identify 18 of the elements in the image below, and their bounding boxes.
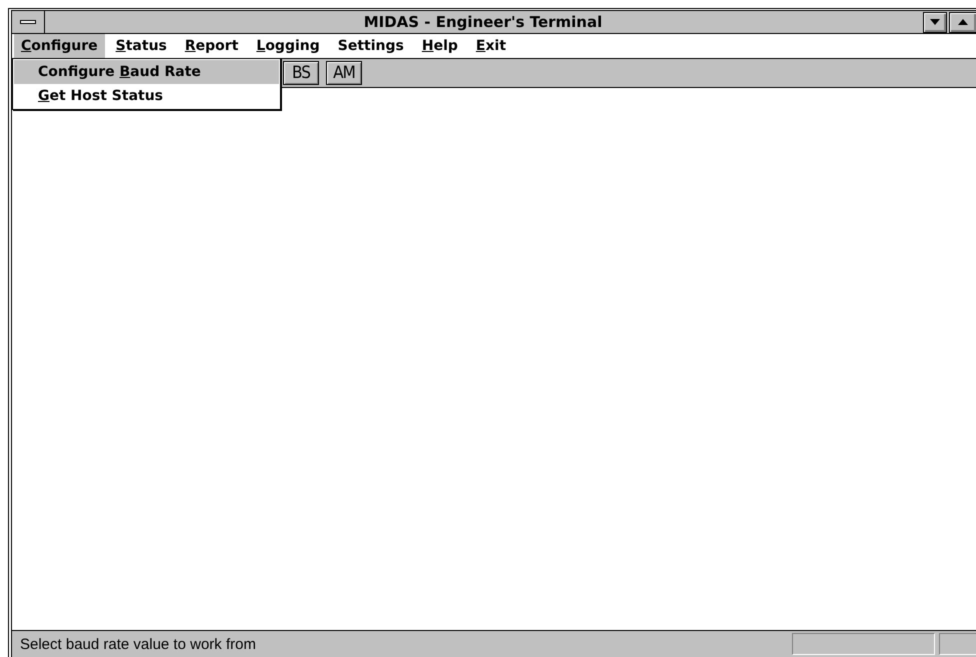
window-title: MIDAS - Engineer's Terminal	[362, 13, 604, 31]
menu-item[interactable]: Configure	[14, 34, 105, 58]
maximize-button[interactable]	[949, 12, 976, 32]
toolbar-button[interactable]: BS	[283, 61, 319, 85]
menu-item[interactable]: Help	[414, 34, 465, 58]
menu-option[interactable]: Configure Baud Rate	[14, 60, 279, 84]
menu-item[interactable]: Status	[108, 34, 174, 58]
menu-option[interactable]: Get Host Status	[14, 84, 279, 108]
menu-item[interactable]: Exit	[468, 34, 514, 58]
down-arrow-icon	[930, 19, 940, 25]
menu-item[interactable]: Settings	[330, 34, 411, 58]
menu-item[interactable]: Report	[178, 34, 246, 58]
status-message: Select baud rate value to work from	[19, 636, 257, 652]
minimize-button[interactable]	[923, 12, 947, 32]
up-arrow-icon	[958, 19, 968, 25]
menu-item[interactable]: Logging	[249, 34, 327, 58]
status-panel	[939, 633, 976, 655]
toolbar-button[interactable]: AM	[326, 61, 362, 85]
